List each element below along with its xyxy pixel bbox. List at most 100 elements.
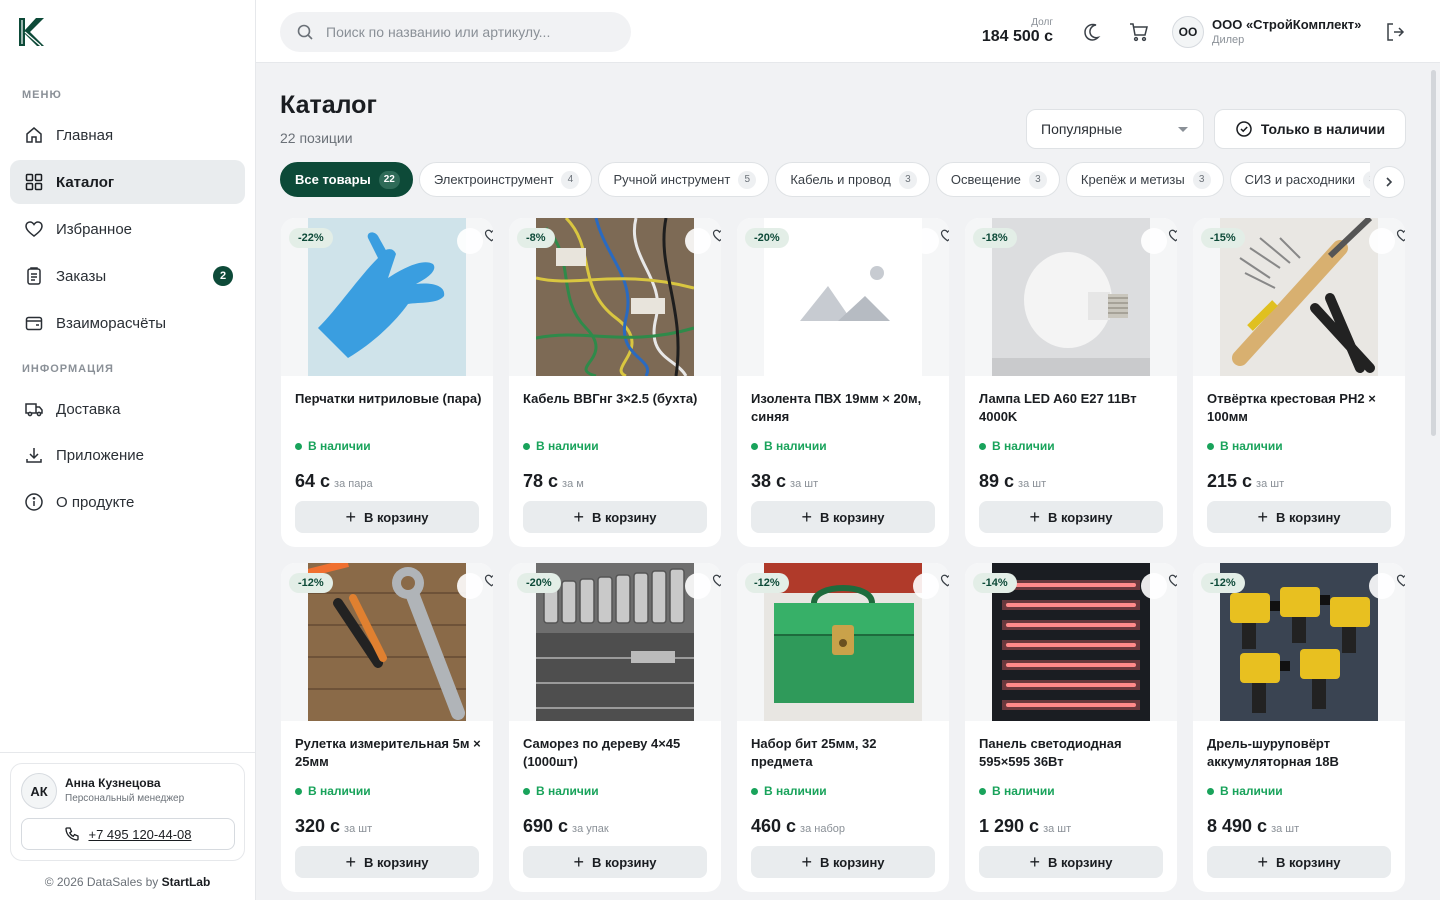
product-card[interactable]: -12% Рулетка измерительная 5м × 25мм В нал…	[281, 563, 493, 892]
chip-cable[interactable]: Кабель и провод 3	[775, 162, 930, 197]
plus-icon: +	[1029, 852, 1040, 872]
product-image[interactable]: -20%	[737, 218, 949, 376]
favorite-button[interactable]	[913, 573, 949, 599]
product-price: 215 с	[1207, 471, 1253, 491]
product-card[interactable]: -18% Лампа LED A60 E27 11Вт 4000K В наличи…	[965, 218, 1177, 547]
product-unit: за м	[562, 478, 584, 490]
sidebar-item-favorites[interactable]: Избранное	[10, 207, 245, 251]
product-name[interactable]: Кабель ВВГнг 3×2.5 (бухта)	[523, 390, 711, 408]
favorite-button[interactable]	[685, 228, 721, 254]
chip-lighting[interactable]: Освещение 3	[935, 162, 1060, 197]
product-name[interactable]: Рулетка измерительная 5м × 25мм	[295, 735, 483, 771]
items-count: 22 позиции	[280, 130, 353, 146]
logout-icon[interactable]	[1384, 21, 1406, 43]
sidebar-item-label: О продукте	[56, 493, 135, 511]
product-card[interactable]: -14% Панель светодиодная 595×595 36Вт В на…	[965, 563, 1177, 892]
add-to-cart-button[interactable]: + В корзину	[1207, 846, 1391, 878]
scrollbar[interactable]	[1431, 70, 1436, 436]
favorite-button[interactable]	[913, 228, 949, 254]
product-unit: за пара	[334, 478, 373, 490]
product-card[interactable]: -8% Кабель ВВГнг 3×2.5 (бухта) В наличии 78…	[509, 218, 721, 547]
product-name[interactable]: Набор бит 25мм, 32 предмета	[751, 735, 939, 771]
add-to-cart-button[interactable]: + В корзину	[523, 846, 707, 878]
orders-count-badge: 2	[213, 266, 233, 286]
sidebar-item-orders[interactable]: Заказы 2	[10, 254, 245, 298]
product-card[interactable]: -15% Отвёртка крестовая PH2 × 100мм В нали…	[1193, 218, 1405, 547]
search-input[interactable]	[326, 24, 596, 40]
product-price: 78 с	[523, 471, 559, 491]
chip-ppe[interactable]: СИЗ и расходники 3	[1229, 162, 1370, 197]
product-price: 1 290 с	[979, 816, 1040, 836]
add-to-cart-label: В корзину	[591, 509, 657, 525]
product-image[interactable]: -15%	[1193, 218, 1405, 376]
dark-mode-icon[interactable]	[1082, 21, 1104, 43]
product-price: 38 с	[751, 471, 787, 491]
add-to-cart-button[interactable]: + В корзину	[979, 846, 1163, 878]
product-card[interactable]: -12% Набор бит 25мм, 32 предмета В наличии…	[737, 563, 949, 892]
manager-phone-button[interactable]: +7 495 120-44-08	[21, 818, 235, 850]
add-to-cart-button[interactable]: + В корзину	[751, 501, 935, 533]
favorite-button[interactable]	[1369, 573, 1405, 599]
favorite-button[interactable]	[685, 573, 721, 599]
stock-status: В наличии	[295, 784, 371, 798]
product-name[interactable]: Панель светодиодная 595×595 36Вт	[979, 735, 1167, 771]
add-to-cart-button[interactable]: + В корзину	[295, 501, 479, 533]
product-name[interactable]: Саморез по дереву 4×45 (1000шт)	[523, 735, 711, 771]
chip-fasteners[interactable]: Крепёж и метизы 3	[1065, 162, 1224, 197]
favorite-button[interactable]	[1141, 228, 1177, 254]
sidebar-item-settlements[interactable]: Взаиморасчёты	[10, 301, 245, 345]
add-to-cart-button[interactable]: + В корзину	[979, 501, 1163, 533]
sidebar-item-app[interactable]: Приложение	[10, 433, 245, 477]
add-to-cart-button[interactable]: + В корзину	[295, 846, 479, 878]
product-image[interactable]: -22%	[281, 218, 493, 376]
org-name[interactable]: ООО «СтройКомплект»	[1212, 17, 1361, 32]
heart-icon	[1396, 574, 1405, 587]
favorite-button[interactable]	[457, 228, 493, 254]
product-card[interactable]: -20% Изолента ПВХ 19мм × 20м, синяя В нали…	[737, 218, 949, 547]
sidebar-item-about[interactable]: О продукте	[10, 480, 245, 524]
product-image[interactable]: -20%	[509, 563, 721, 721]
product-name[interactable]: Отвёртка крестовая PH2 × 100мм	[1207, 390, 1395, 426]
add-to-cart-button[interactable]: + В корзину	[1207, 501, 1391, 533]
favorite-button[interactable]	[1369, 228, 1405, 254]
copyright-brand: StartLab	[161, 875, 211, 889]
add-to-cart-button[interactable]: + В корзину	[751, 846, 935, 878]
chip-power-tools[interactable]: Электроинструмент 4	[418, 162, 593, 197]
product-image[interactable]: -18%	[965, 218, 1177, 376]
search-box[interactable]	[280, 12, 631, 52]
favorite-button[interactable]	[457, 573, 493, 599]
org-role: Дилер	[1212, 34, 1245, 46]
discount-badge: -12%	[289, 573, 333, 593]
in-stock-filter-button[interactable]: Только в наличии	[1214, 109, 1406, 149]
product-card[interactable]: -22% Перчатки нитриловые (пара) В наличии 6…	[281, 218, 493, 547]
debt-value[interactable]: 184 500 с	[982, 28, 1053, 46]
discount-badge: -12%	[1201, 573, 1245, 593]
chip-hand-tools[interactable]: Ручной инструмент 5	[598, 162, 770, 197]
favorite-button[interactable]	[1141, 573, 1177, 599]
product-name[interactable]: Дрель-шуруповёрт аккумуляторная 18В	[1207, 735, 1395, 771]
product-name[interactable]: Перчатки нитриловые (пара)	[295, 390, 483, 408]
sidebar-item-catalog[interactable]: Каталог	[10, 160, 245, 204]
product-image[interactable]: -14%	[965, 563, 1177, 721]
sort-select[interactable]: Популярные	[1026, 109, 1204, 149]
org-avatar[interactable]: ОО	[1172, 16, 1204, 48]
product-price-row: 78 с за м	[523, 471, 584, 492]
product-card[interactable]: -20% Саморез по дереву 4×45 (1000шт) В нал…	[509, 563, 721, 892]
product-image[interactable]: -12%	[1193, 563, 1405, 721]
product-price: 64 с	[295, 471, 331, 491]
chips-next-button[interactable]	[1373, 166, 1405, 198]
sidebar-item-delivery[interactable]: Доставка	[10, 387, 245, 431]
brand-logo[interactable]	[16, 16, 46, 48]
product-name[interactable]: Лампа LED A60 E27 11Вт 4000K	[979, 390, 1167, 426]
cart-icon[interactable]	[1128, 21, 1150, 43]
add-to-cart-button[interactable]: + В корзину	[523, 501, 707, 533]
product-price: 690 с	[523, 816, 569, 836]
product-image[interactable]: -12%	[737, 563, 949, 721]
in-stock-filter-label: Только в наличии	[1260, 121, 1386, 137]
product-card[interactable]: -12% Дрель-шуруповёрт аккумуляторная 18В В…	[1193, 563, 1405, 892]
product-image[interactable]: -8%	[509, 218, 721, 376]
chip-all[interactable]: Все товары 22	[280, 162, 413, 197]
product-image[interactable]: -12%	[281, 563, 493, 721]
product-name[interactable]: Изолента ПВХ 19мм × 20м, синяя	[751, 390, 939, 426]
sidebar-item-home[interactable]: Главная	[10, 113, 245, 157]
